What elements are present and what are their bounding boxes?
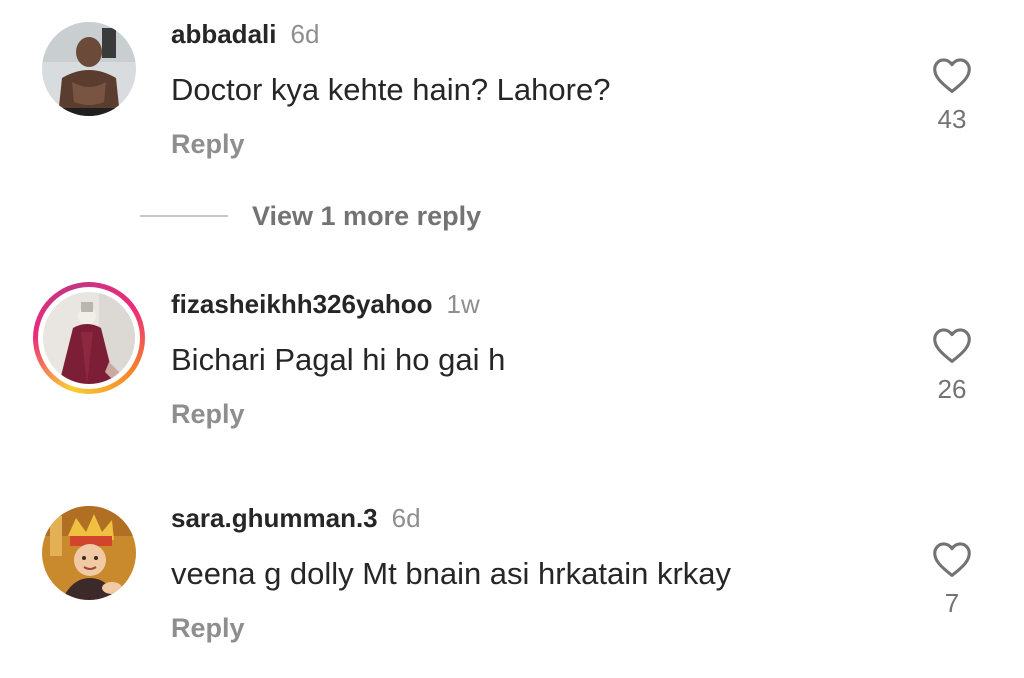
reply-thread-line <box>140 215 228 217</box>
heart-outline-icon[interactable] <box>931 326 973 364</box>
username[interactable]: abbadali <box>171 19 276 49</box>
reply-button[interactable]: Reply <box>171 612 245 644</box>
comment-time: 6d <box>290 19 320 49</box>
comment-meta: fizasheikhh326yahoo 1w <box>171 288 480 320</box>
comment-item: sara.ghumman.3 6d veena g dolly Mt bnain … <box>0 484 1024 678</box>
reply-button[interactable]: Reply <box>171 128 245 160</box>
like-count: 26 <box>937 374 967 404</box>
view-more-replies-label: View 1 more reply <box>252 200 482 231</box>
comment-text: Doctor kya kehte hain? Lahore? <box>171 72 611 107</box>
username[interactable]: sara.ghumman.3 <box>171 503 378 533</box>
avatar[interactable] <box>42 22 136 116</box>
heart-outline-icon[interactable] <box>931 56 973 94</box>
comment-time: 1w <box>446 289 480 319</box>
avatar[interactable] <box>42 506 136 600</box>
like-block: 7 <box>926 540 978 618</box>
like-count: 43 <box>937 104 967 134</box>
heart-outline-icon[interactable] <box>931 540 973 578</box>
like-block: 26 <box>926 326 978 404</box>
like-count: 7 <box>944 588 960 618</box>
story-ring[interactable] <box>33 282 145 394</box>
comment-meta: abbadali 6d <box>171 18 319 50</box>
comment-item: fizasheikhh326yahoo 1w Bichari Pagal hi h… <box>0 270 1024 460</box>
comment-time: 6d <box>391 503 421 533</box>
avatar <box>43 292 135 384</box>
comment-text: veena g dolly Mt bnain asi hrkatain krka… <box>171 556 732 591</box>
comment-meta: sara.ghumman.3 6d <box>171 502 421 534</box>
like-block: 43 <box>926 56 978 134</box>
comment-item: abbadali 6d Doctor kya kehte hain? Lahore… <box>0 0 1024 200</box>
comment-text: Bichari Pagal hi ho gai h <box>171 342 506 377</box>
username[interactable]: fizasheikhh326yahoo <box>171 289 433 319</box>
view-more-replies-button[interactable]: View 1 more reply <box>140 198 481 234</box>
reply-button[interactable]: Reply <box>171 398 245 430</box>
